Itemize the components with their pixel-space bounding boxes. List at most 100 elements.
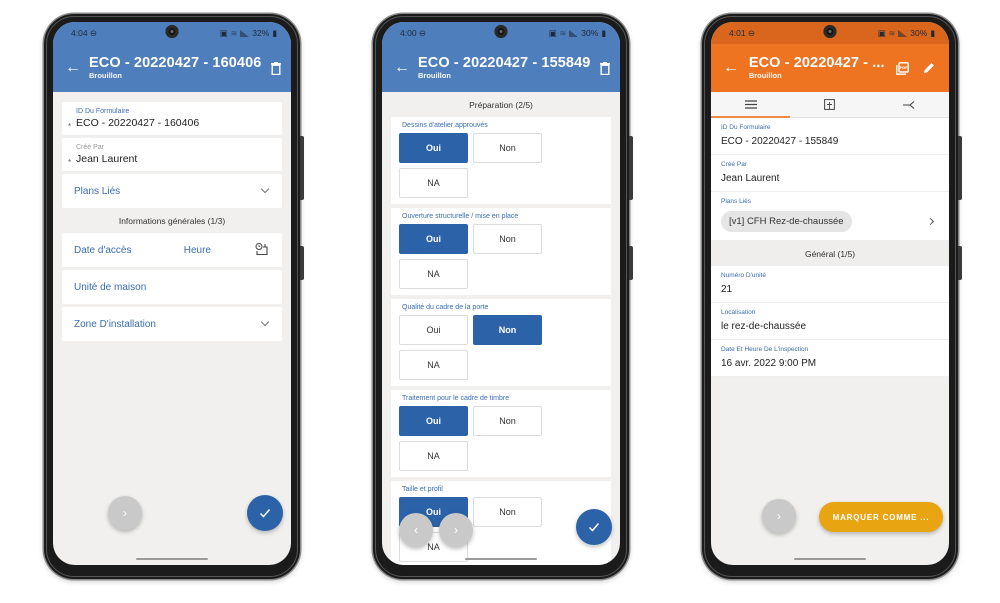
next-page-button[interactable]: › [439,513,473,547]
list-icon [744,100,757,109]
form-id-field[interactable]: * ID Du Formulaire ECO - 20220427 - 1604… [62,102,282,135]
choice-oui-button[interactable]: Oui [399,406,468,436]
page-title: ECO - 20220427 - 155849 [418,55,591,72]
question-label: Ouverture structurelle / mise en place [402,213,519,220]
field-label: Créé Par [721,161,748,168]
status-subtitle: Brouillon [89,70,122,80]
question-card: Qualité du cadre de la porte Oui Non NA [391,299,611,386]
field-value: le rez-de-chaussée [721,321,807,332]
phone-3: 4:01 ⊖ ▣ ≋ 30% ▮ ← ECO - 20220427 - ... … [702,14,962,579]
plan-chip[interactable]: [v1] CFH Rez-de-chaussée [721,211,852,232]
submit-check-button[interactable] [247,495,283,531]
field-value: Jean Laurent [76,153,138,165]
choice-oui-button[interactable]: Oui [399,224,468,254]
choice-group: Oui Non NA [399,406,549,471]
choice-oui-button[interactable]: Oui [399,133,468,163]
status-bar: 4:00 ⊖ ▣ ≋ 30% ▮ [382,22,620,44]
home-indicator[interactable] [136,557,208,560]
time-label[interactable]: Heure [184,245,211,256]
edit-pencil-icon[interactable] [921,62,937,74]
choice-na-button[interactable]: NA [399,168,468,198]
general-field: Date Et Heure De L'inspection 16 avr. 202… [711,340,949,377]
tab-bar [711,92,949,118]
volume-button [958,136,962,200]
home-indicator[interactable] [465,557,537,560]
mark-as-button[interactable]: MARQUER COMME ... [819,502,943,532]
chevron-right-icon: › [777,509,781,523]
signal-icon [569,29,579,37]
choice-oui-button[interactable]: Oui [399,315,468,345]
required-marker: * [68,122,72,131]
back-arrow-icon[interactable]: ← [723,59,741,77]
choice-non-button[interactable]: Non [473,224,542,254]
status-icons: ▣ ≋ 30% ▮ [549,28,606,39]
field-label: ID Du Formulaire [76,108,130,115]
previous-page-button[interactable]: ‹ [399,513,433,547]
question-label: Traitement pour le cadre de timbre [402,395,510,402]
question-card: Ouverture structurelle / mise en place Ou… [391,208,611,295]
camera-cutout [494,25,508,38]
wifi-icon: ≋ [888,28,896,38]
volume-button [629,136,633,200]
check-icon [588,523,600,532]
choice-na-button[interactable]: NA [399,259,468,289]
choice-non-button[interactable]: Non [473,497,542,527]
chevron-right-icon: › [454,523,458,537]
app-bar: ← ECO - 20220427 - 160406 Brouillon [53,44,291,92]
status-icons: ▣ ≋ 30% ▮ [878,28,935,39]
alarm-icon: ▣ [548,27,557,38]
camera-cutout [823,25,837,38]
installation-zone-dropdown[interactable]: Zone D'installation [62,307,282,341]
battery-level: 30% [910,28,928,38]
tab-details[interactable] [711,92,791,118]
choice-group: Oui Non NA [399,315,549,380]
delete-icon[interactable] [600,61,611,75]
chevron-down-icon [260,317,270,327]
house-unit-field[interactable]: Unité de maison [62,270,282,304]
camera-cutout [165,25,179,38]
field-value: Jean Laurent [721,173,780,184]
status-subtitle: Brouillon [748,70,782,80]
pdf-export-icon[interactable]: PDF [895,61,911,75]
linked-plan-row[interactable]: [v1] CFH Rez-de-chaussée [721,211,939,238]
tab-workflow[interactable] [870,92,949,117]
linked-plans-label: Plans Liés [74,185,121,197]
wifi-icon: ≋ [230,28,238,38]
choice-na-button[interactable]: NA [399,441,468,471]
delete-icon[interactable] [271,61,282,75]
alarm-icon: ▣ [219,27,228,38]
home-indicator[interactable] [794,557,866,560]
next-page-button[interactable]: › [108,496,142,530]
choice-non-button[interactable]: Non [473,315,542,345]
linked-plans-dropdown[interactable]: Plans Liés [62,174,282,208]
branch-icon [903,100,915,109]
battery-icon: ▮ [272,27,277,38]
access-date-label: Date d'accès [74,244,132,256]
choice-non-button[interactable]: Non [473,133,542,163]
choice-na-button[interactable]: NA [399,350,468,380]
clock-calendar-icon[interactable] [255,242,268,258]
linked-plans-field: Plans Liés [v1] CFH Rez-de-chaussée [711,192,949,241]
chevron-left-icon: ‹ [414,523,418,537]
back-arrow-icon[interactable]: ← [65,59,81,77]
created-by-field[interactable]: * Créé Par Jean Laurent [62,138,282,171]
plan-icon [824,99,836,110]
next-page-button[interactable]: › [762,499,796,533]
choice-non-button[interactable]: Non [473,406,542,436]
svg-text:PDF: PDF [900,66,909,70]
volume-button [300,136,304,200]
tab-plan[interactable] [790,92,869,117]
status-icons: ▣ ≋ 32% ▮ [220,28,277,39]
question-card: Dessins d'atelier approuvés Oui Non NA [391,117,611,204]
chevron-right-icon: › [123,506,127,520]
page-title: ECO - 20220427 - 160406 [89,55,262,72]
field-label: Localisation [721,309,756,316]
general-field: Localisation le rez-de-chaussée [711,303,949,340]
access-date-field[interactable]: Date d'accès Heure [62,233,282,267]
battery-level: 30% [581,28,599,38]
signal-icon [240,29,250,37]
back-arrow-icon[interactable]: ← [394,59,410,77]
submit-check-button[interactable] [576,509,612,545]
section-header: Général (1/5) [711,241,949,266]
house-unit-label: Unité de maison [74,281,147,293]
